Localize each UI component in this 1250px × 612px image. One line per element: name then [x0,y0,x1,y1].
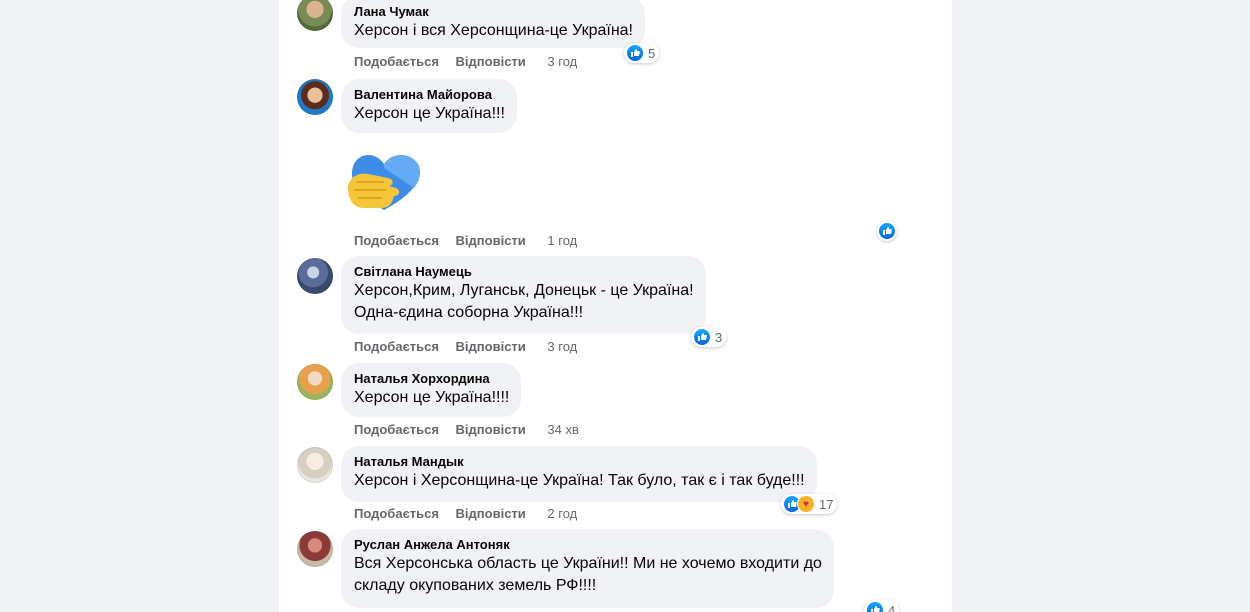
reply-button[interactable]: Відповісти [456,339,526,355]
like-button[interactable]: Подобається [354,422,439,438]
heart-hand-sticker [344,148,424,214]
reaction-summary[interactable] [877,221,897,241]
avatar[interactable] [297,0,333,31]
comment-author[interactable]: Валентина Майорова [354,87,505,103]
like-button[interactable]: Подобається [354,506,439,522]
comment-actions: Подобається Відповісти 3 год [354,339,590,355]
comment-timestamp[interactable]: 3 год [547,339,577,355]
avatar[interactable] [297,258,333,294]
care-reaction-icon: ♥ [797,495,815,513]
comment-bubble: Наталья Хорхордина Херсон це Україна!!!! [341,363,522,417]
comment-text: Херсон і Херсонщина-це Україна! Так було… [354,472,805,489]
reaction-count: 5 [648,45,656,61]
comment-timestamp[interactable]: 34 хв [547,422,578,438]
reaction-count: 17 [819,496,834,512]
like-reaction-icon [878,222,896,240]
comment-actions: Подобається Відповісти 1 год [354,233,590,249]
reaction-count: 4 [888,602,896,612]
comment-timestamp[interactable]: 1 год [547,233,577,249]
reaction-count: 3 [715,329,723,345]
reaction-summary[interactable]: ♥ 17 [781,494,838,514]
comment-bubble: Наталья Мандык Херсон і Херсонщина-це Ук… [341,446,817,502]
reply-button[interactable]: Відповісти [456,506,526,522]
comment-actions: Подобається Відповісти 3 год [354,54,590,70]
comment-actions: Подобається Відповісти 2 год [354,506,590,522]
comment-timestamp[interactable]: 2 год [547,506,577,522]
reaction-summary[interactable]: 4 [864,600,900,612]
comment-timestamp[interactable]: 3 год [547,54,577,70]
comment-author[interactable]: Світлана Наумець [354,264,694,280]
comment-author[interactable]: Лана Чумак [354,4,633,20]
comment-actions: Подобається Відповісти 34 хв [354,422,592,438]
comment-text: Херсон і вся Херсонщина-це Україна! [354,22,633,39]
reply-button[interactable]: Відповісти [456,233,526,249]
avatar[interactable] [297,79,333,115]
comments-panel: Лана Чумак Херсон і вся Херсонщина-це Ук… [279,0,952,612]
comment-bubble: Світлана Наумець Херсон,Крим, Луганськ, … [341,256,706,334]
comment-text: Херсон,Крим, Луганськ, Донецьк - це Укра… [354,282,694,299]
reply-button[interactable]: Відповісти [456,54,526,70]
comment-author[interactable]: Наталья Хорхордина [354,371,509,387]
comment-text: складу окупованих земель РФ!!!! [354,577,597,594]
comment-bubble: Руслан Анжела Антоняк Вся Херсонська обл… [341,529,834,608]
like-reaction-icon [866,601,884,612]
reaction-summary[interactable]: 3 [691,327,727,347]
like-reaction-icon [626,44,644,62]
comment-text: Херсон це Україна!!! [354,105,505,122]
like-button[interactable]: Подобається [354,233,439,249]
reaction-summary[interactable]: 5 [624,43,660,63]
comment-text: Вся Херсонська область це України!! Ми н… [354,555,822,572]
avatar[interactable] [297,447,333,483]
comment-bubble: Лана Чумак Херсон і вся Херсонщина-це Ук… [341,0,645,48]
like-button[interactable]: Подобається [354,339,439,355]
comment-author[interactable]: Руслан Анжела Антоняк [354,537,822,553]
comment-text: Херсон це Україна!!!! [354,389,510,406]
like-reaction-icon [693,328,711,346]
reply-button[interactable]: Відповісти [456,422,526,438]
comment-text: Одна-єдина соборна Україна!!! [354,304,584,321]
comment-author[interactable]: Наталья Мандык [354,454,805,470]
comment-bubble: Валентина Майорова Херсон це Україна!!! [341,79,517,133]
avatar[interactable] [297,364,333,400]
like-button[interactable]: Подобається [354,54,439,70]
avatar[interactable] [297,531,333,567]
